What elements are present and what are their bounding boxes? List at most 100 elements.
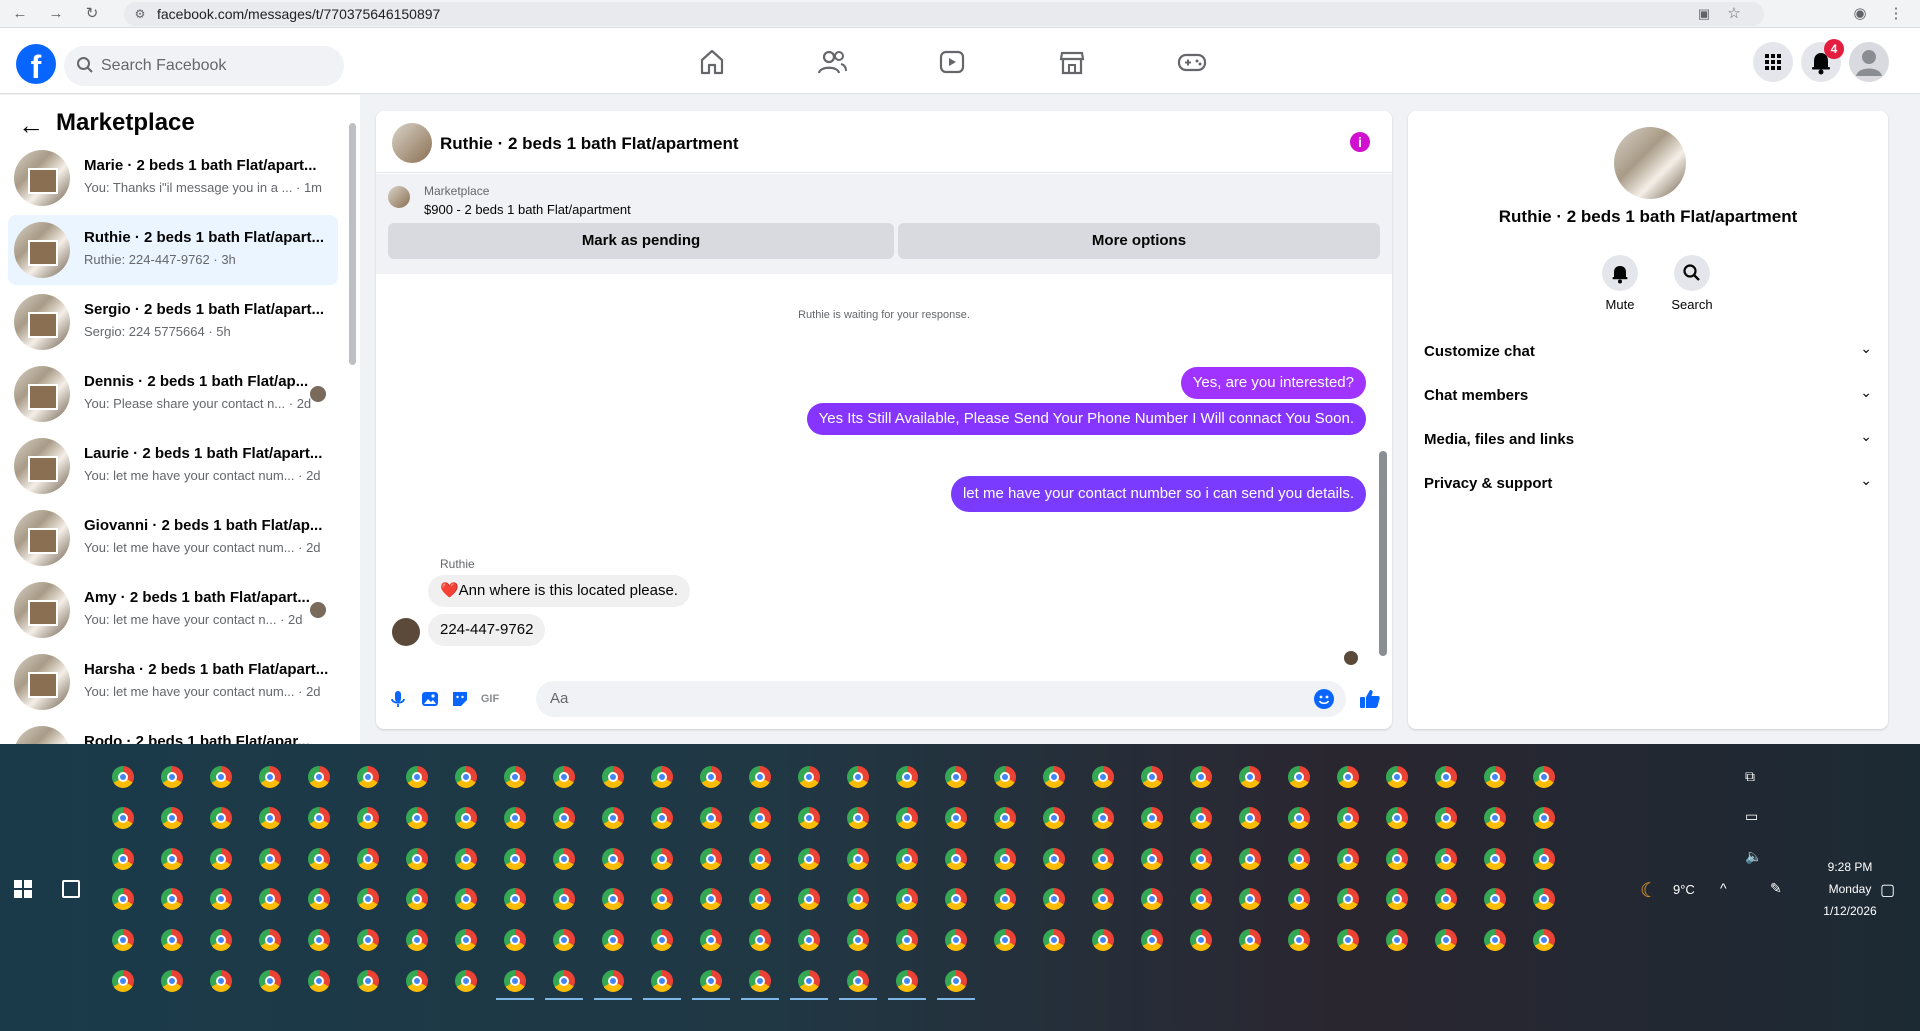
taskbar-app-icon[interactable] <box>798 807 820 829</box>
page-scrollbar[interactable] <box>1908 32 1918 744</box>
taskbar-app-icon[interactable] <box>553 888 575 910</box>
notification-center-icon[interactable]: ▢ <box>1880 880 1895 900</box>
taskbar-app-icon[interactable] <box>945 970 967 992</box>
pen-icon[interactable]: ✎ <box>1770 880 1782 897</box>
taskbar-app-icon[interactable] <box>112 766 134 788</box>
taskbar-app-icon[interactable] <box>700 929 722 951</box>
taskbar-app-icon[interactable] <box>504 888 526 910</box>
taskbar-app-icon[interactable] <box>1190 929 1212 951</box>
taskbar-app-icon[interactable] <box>112 929 134 951</box>
taskbar-app-icon[interactable] <box>1239 848 1261 870</box>
taskbar-app-icon[interactable] <box>1533 929 1555 951</box>
taskbar-app-icon[interactable] <box>357 888 379 910</box>
taskbar-app-icon[interactable] <box>1435 766 1457 788</box>
emoji-icon[interactable] <box>1314 689 1334 709</box>
menu-kebab-icon[interactable]: ⋮ <box>1886 4 1906 24</box>
taskbar-app-icon[interactable] <box>651 888 673 910</box>
taskbar-app-icon[interactable] <box>1435 807 1457 829</box>
gaming-icon[interactable] <box>1174 46 1210 78</box>
taskbar-app-icon[interactable] <box>308 766 330 788</box>
taskbar-app-icon[interactable] <box>945 888 967 910</box>
address-bar[interactable]: ⚙ facebook.com/messages/t/77037564615089… <box>124 2 1764 26</box>
taskbar-app-icon[interactable] <box>994 888 1016 910</box>
taskbar-app-icon[interactable] <box>1533 766 1555 788</box>
profile-icon[interactable]: ◉ <box>1850 4 1870 24</box>
taskbar-app-icon[interactable] <box>994 848 1016 870</box>
taskbar-app-icon[interactable] <box>1190 807 1212 829</box>
taskbar-app-icon[interactable] <box>847 848 869 870</box>
taskbar-app-icon[interactable] <box>1386 888 1408 910</box>
taskbar-app-icon[interactable] <box>945 807 967 829</box>
taskbar-app-icon[interactable] <box>1337 888 1359 910</box>
message-incoming[interactable]: ❤️Ann where is this located please. <box>428 575 690 607</box>
taskbar-app-icon[interactable] <box>504 848 526 870</box>
taskbar-app-icon[interactable] <box>798 929 820 951</box>
taskbar-app-icon[interactable] <box>357 807 379 829</box>
taskbar-app-icon[interactable] <box>1484 888 1506 910</box>
taskbar-app-icon[interactable] <box>112 848 134 870</box>
taskbar-app-icon[interactable] <box>1337 766 1359 788</box>
taskbar-app-icon[interactable] <box>602 807 624 829</box>
taskbar-app-icon[interactable] <box>161 888 183 910</box>
taskbar-app-icon[interactable] <box>406 848 428 870</box>
taskbar-app-icon[interactable] <box>1435 888 1457 910</box>
taskbar-app-icon[interactable] <box>455 929 477 951</box>
taskbar-app-icon[interactable] <box>1337 807 1359 829</box>
taskbar-app-icon[interactable] <box>602 929 624 951</box>
taskbar-app-icon[interactable] <box>749 766 771 788</box>
taskbar-app-icon[interactable] <box>1190 888 1212 910</box>
mute-button[interactable]: Mute <box>1590 255 1650 312</box>
taskbar-app-icon[interactable] <box>1043 848 1065 870</box>
chat-title[interactable]: Ruthie · 2 beds 1 bath Flat/apartment <box>440 134 739 154</box>
taskbar-app-icon[interactable] <box>1043 766 1065 788</box>
windows-start-icon[interactable] <box>14 880 32 898</box>
taskbar-app-icon[interactable] <box>847 970 869 992</box>
taskbar-app-icon[interactable] <box>749 929 771 951</box>
clock-time[interactable]: 9:28 PM <box>1810 860 1890 874</box>
reload-icon[interactable]: ↻ <box>82 4 102 24</box>
taskbar-app-icon[interactable] <box>798 970 820 992</box>
taskbar-app-icon[interactable] <box>1288 848 1310 870</box>
volume-icon[interactable]: 🔈 <box>1745 848 1762 865</box>
taskbar-app-icon[interactable] <box>259 888 281 910</box>
taskbar-app-icon[interactable] <box>455 766 477 788</box>
taskbar-app-icon[interactable] <box>651 807 673 829</box>
conversation-item[interactable]: Rodo · 2 beds 1 bath Flat/apar... <box>8 719 338 745</box>
facebook-logo[interactable]: f <box>16 44 56 84</box>
conversation-item[interactable]: Amy · 2 beds 1 bath Flat/apart... You: l… <box>8 575 338 645</box>
back-icon[interactable]: ← <box>10 4 30 24</box>
taskbar-app-icon[interactable] <box>259 970 281 992</box>
taskbar-app-icon[interactable] <box>259 848 281 870</box>
taskbar-app-icon[interactable] <box>896 970 918 992</box>
taskbar-app-icon[interactable] <box>406 807 428 829</box>
taskbar-app-icon[interactable] <box>112 888 134 910</box>
taskbar-app-icon[interactable] <box>1043 807 1065 829</box>
account-avatar[interactable] <box>1849 42 1889 82</box>
taskbar-app-icon[interactable] <box>1288 888 1310 910</box>
taskbar-app-icon[interactable] <box>1288 807 1310 829</box>
thumbs-up-icon[interactable] <box>1358 687 1382 711</box>
taskbar-app-icon[interactable] <box>1533 807 1555 829</box>
taskbar-app-icon[interactable] <box>1239 807 1261 829</box>
weather-temp[interactable]: 9°C <box>1673 882 1695 897</box>
taskbar-app-icon[interactable] <box>749 888 771 910</box>
taskbar-app-icon[interactable] <box>847 766 869 788</box>
site-info-icon[interactable]: ⚙ <box>130 4 150 24</box>
home-icon[interactable] <box>694 46 730 78</box>
taskbar-app-icon[interactable] <box>308 888 330 910</box>
taskbar-app-icon[interactable] <box>259 766 281 788</box>
taskbar-app-icon[interactable] <box>700 848 722 870</box>
taskbar-app-icon[interactable] <box>553 807 575 829</box>
conversation-item-active[interactable]: Ruthie · 2 beds 1 bath Flat/apart... Rut… <box>8 215 338 285</box>
conversation-item[interactable]: Giovanni · 2 beds 1 bath Flat/ap... You:… <box>8 503 338 573</box>
taskbar-app-icon[interactable] <box>1484 848 1506 870</box>
bookmark-star-icon[interactable]: ☆ <box>1724 4 1744 24</box>
taskbar-app-icon[interactable] <box>455 848 477 870</box>
listing-price[interactable]: $900 - 2 beds 1 bath Flat/apartment <box>424 202 631 217</box>
chat-scrollbar[interactable] <box>1379 301 1387 666</box>
taskbar-app-icon[interactable] <box>1386 929 1408 951</box>
taskbar-app-icon[interactable] <box>1533 848 1555 870</box>
taskbar-app-icon[interactable] <box>553 929 575 951</box>
taskbar-app-icon[interactable] <box>161 807 183 829</box>
search-in-chat-button[interactable]: Search <box>1662 255 1722 312</box>
